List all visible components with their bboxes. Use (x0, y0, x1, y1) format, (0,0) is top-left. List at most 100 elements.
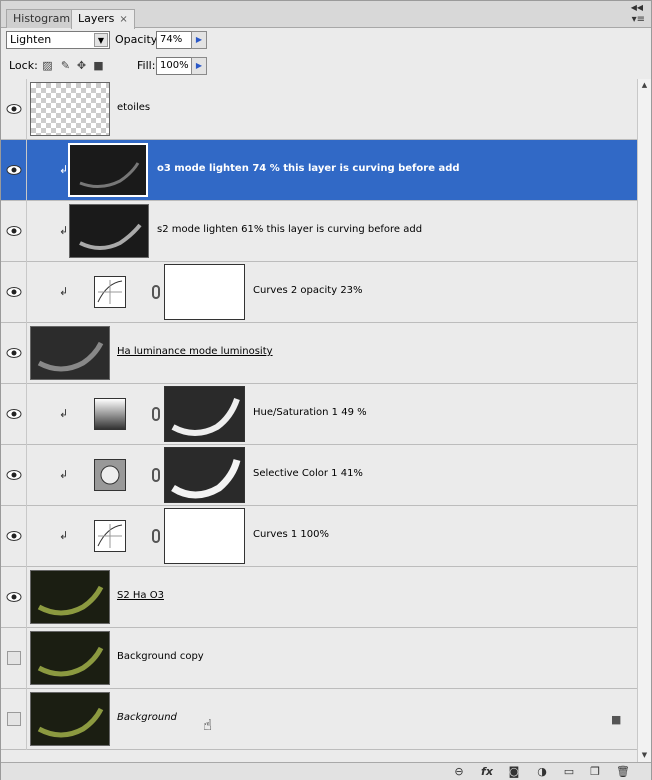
layer-row-curves-1[interactable]: ↲ Curves 1 100% (1, 506, 637, 567)
close-icon[interactable]: × (119, 14, 127, 25)
chevron-down-icon[interactable]: ▼ (94, 33, 108, 47)
visibility-toggle[interactable] (1, 140, 27, 201)
layer-name[interactable]: s2 mode lighten 61% this layer is curvin… (157, 224, 422, 235)
panel-menu-icon[interactable]: ▾≡ (632, 14, 645, 25)
visibility-checkbox[interactable] (7, 651, 21, 665)
clipping-arrow-icon: ↲ (59, 285, 69, 298)
visibility-toggle[interactable] (1, 445, 27, 506)
mask-nebula-icon (171, 397, 240, 436)
layer-row-s2-ha-o3[interactable]: S2 Ha O3 (1, 567, 637, 628)
selective-color-icon[interactable] (94, 459, 126, 491)
eye-icon[interactable] (6, 224, 22, 238)
tab-layers[interactable]: Layers × (71, 9, 135, 29)
delete-layer-icon[interactable]: 🗑 (615, 765, 631, 779)
layer-thumbnail[interactable] (30, 570, 110, 624)
blend-options-row: Lighten ▼ Opacity: 74% ▶ (1, 28, 651, 54)
layer-name[interactable]: Hue/Saturation 1 49 % (253, 407, 367, 418)
layers-list: etoiles ↲ o3 mode lighten 74 % this laye… (1, 79, 637, 762)
link-layers-icon[interactable]: ⊖ (451, 765, 467, 779)
collapse-panel-icon[interactable]: ◀◀ (631, 3, 643, 12)
visibility-toggle[interactable] (1, 201, 27, 262)
visibility-toggle[interactable] (1, 628, 27, 689)
blend-mode-select[interactable]: Lighten ▼ (6, 31, 110, 49)
layer-row-curves-2[interactable]: ↲ Curves 2 opacity 23% (1, 262, 637, 323)
scroll-down-icon[interactable]: ▼ (638, 749, 651, 762)
layer-mask[interactable] (164, 264, 245, 320)
layer-name[interactable]: Selective Color 1 41% (253, 468, 363, 479)
curves-adjustment-icon[interactable] (94, 276, 126, 308)
eye-icon[interactable] (6, 468, 22, 482)
curves-adjustment-icon[interactable] (94, 520, 126, 552)
eye-icon[interactable] (6, 590, 22, 604)
hand-cursor-icon: ☝ (203, 716, 213, 734)
layer-thumbnail[interactable] (30, 82, 110, 136)
layer-name[interactable]: o3 mode lighten 74 % this layer is curvi… (157, 163, 460, 174)
visibility-checkbox[interactable] (7, 712, 21, 726)
layer-mask[interactable] (164, 508, 245, 564)
layer-name[interactable]: Curves 1 100% (253, 529, 329, 540)
add-mask-icon[interactable]: ◙ (506, 765, 522, 779)
layer-mask[interactable] (164, 386, 245, 442)
layer-thumbnail[interactable] (30, 692, 110, 746)
lock-icon: ■ (611, 713, 622, 726)
layer-thumbnail[interactable] (68, 143, 148, 197)
nebula-thumbnail-icon (79, 162, 140, 188)
layer-thumbnail[interactable] (30, 631, 110, 685)
visibility-toggle[interactable] (1, 384, 27, 445)
eye-icon[interactable] (6, 102, 22, 116)
visibility-toggle[interactable] (1, 323, 27, 384)
layer-name[interactable]: Background (117, 712, 177, 723)
chain-link-icon[interactable] (152, 468, 160, 482)
lock-position-icon[interactable]: ✥ (75, 59, 88, 72)
layer-name[interactable]: S2 Ha O3 (117, 590, 164, 601)
eye-icon[interactable] (6, 407, 22, 421)
layer-row-background[interactable]: Background ■ (1, 689, 637, 750)
fx-icon[interactable]: fx (479, 765, 495, 779)
fill-field[interactable]: 100% (156, 57, 196, 75)
lock-image-icon[interactable]: ✎ (59, 59, 72, 72)
chain-link-icon[interactable] (152, 529, 160, 543)
nebula-thumbnail-icon (37, 585, 104, 616)
chain-link-icon[interactable] (152, 407, 160, 421)
fill-slider-arrow-icon[interactable]: ▶ (191, 57, 207, 75)
visibility-toggle[interactable] (1, 689, 27, 750)
layer-name[interactable]: etoiles (117, 102, 150, 113)
visibility-toggle[interactable] (1, 262, 27, 323)
hue-saturation-icon[interactable] (94, 398, 126, 430)
layer-mask[interactable] (164, 447, 245, 503)
layer-row-etoiles[interactable]: etoiles (1, 79, 637, 140)
opacity-slider-arrow-icon[interactable]: ▶ (191, 31, 207, 49)
eye-icon[interactable] (6, 163, 22, 177)
layer-row-selective-color[interactable]: ↲ Selective Color 1 41% (1, 445, 637, 506)
scroll-up-icon[interactable]: ▲ (638, 79, 651, 92)
layer-name[interactable]: Ha luminance mode luminosity (117, 346, 273, 357)
visibility-toggle[interactable] (1, 506, 27, 567)
layer-row-o3[interactable]: ↲ o3 mode lighten 74 % this layer is cur… (1, 140, 637, 201)
layer-row-background-copy[interactable]: Background copy (1, 628, 637, 689)
visibility-toggle[interactable] (1, 567, 27, 628)
new-layer-icon[interactable]: ❐ (587, 765, 603, 779)
adjustment-layer-icon[interactable]: ◑ (534, 765, 550, 779)
layer-name[interactable]: Background copy (117, 651, 204, 662)
layer-row-hue-saturation[interactable]: ↲ Hue/Saturation 1 49 % (1, 384, 637, 445)
eye-icon[interactable] (6, 346, 22, 360)
new-group-icon[interactable]: ▭ (561, 765, 577, 779)
layer-thumbnail[interactable] (69, 204, 149, 258)
tab-layers-label: Layers (78, 12, 115, 25)
layers-scrollbar[interactable]: ▲ ▼ (637, 79, 651, 762)
eye-icon[interactable] (6, 285, 22, 299)
layer-row-ha-luminance[interactable]: Ha luminance mode luminosity (1, 323, 637, 384)
layer-name[interactable]: Curves 2 opacity 23% (253, 285, 363, 296)
opacity-field[interactable]: 74% (156, 31, 196, 49)
layer-row-s2[interactable]: ↲ s2 mode lighten 61% this layer is curv… (1, 201, 637, 262)
chain-link-icon[interactable] (152, 285, 160, 299)
tab-histogram[interactable]: Histogram (6, 9, 78, 28)
layer-thumbnail[interactable] (30, 326, 110, 380)
opacity-label: Opacity: (115, 33, 161, 46)
tab-bar: Histogram Layers × ◀◀ ▾≡ (1, 1, 651, 29)
clipping-arrow-icon: ↲ (59, 529, 69, 542)
eye-icon[interactable] (6, 529, 22, 543)
lock-all-icon[interactable]: ■ (92, 59, 105, 72)
visibility-toggle[interactable] (1, 79, 27, 140)
lock-transparent-icon[interactable]: ▨ (41, 59, 54, 72)
